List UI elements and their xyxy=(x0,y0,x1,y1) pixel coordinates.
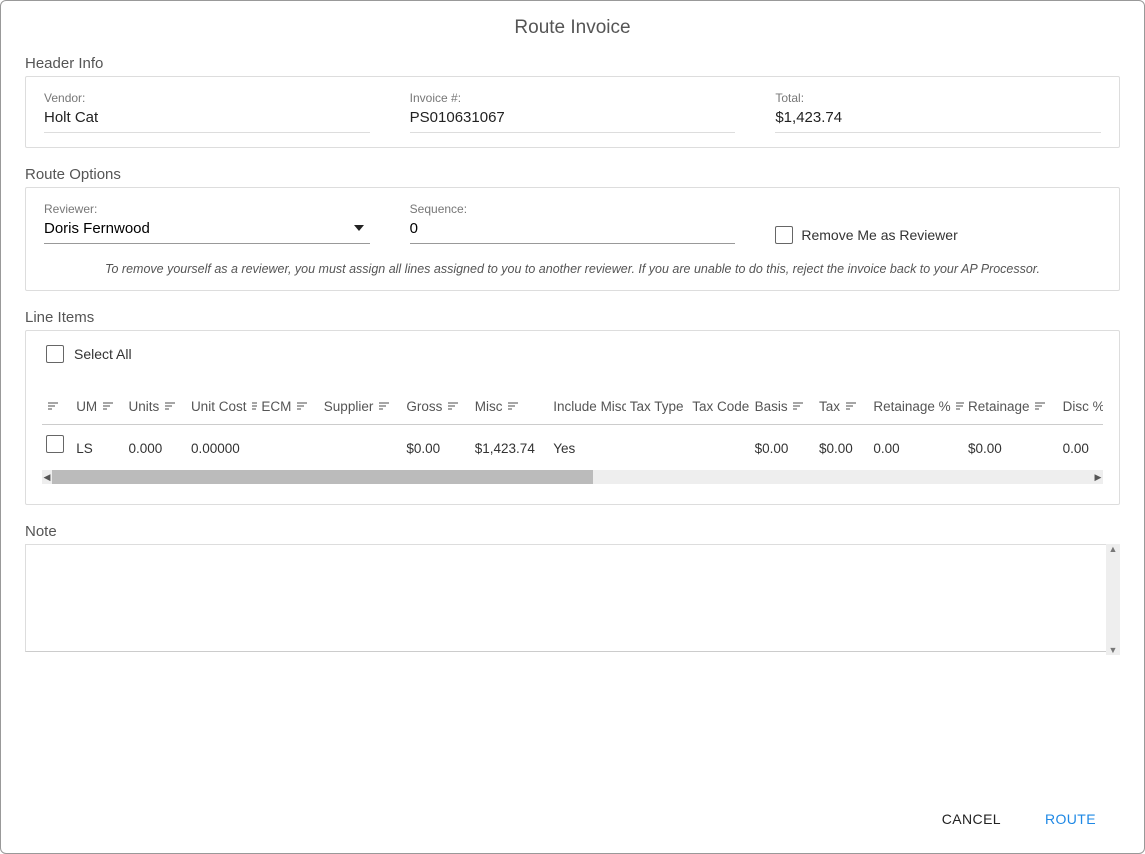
filter-icon[interactable] xyxy=(252,402,257,412)
select-all-label: Select All xyxy=(74,346,132,362)
col-units[interactable]: Units xyxy=(125,389,187,425)
cell-units: 0.000 xyxy=(125,425,187,467)
col-basis[interactable]: Basis xyxy=(751,389,815,425)
invoice-label: Invoice #: xyxy=(410,91,736,105)
cell-disc-pct: 0.00 xyxy=(1059,425,1103,467)
line-items-section-title: Line Items xyxy=(25,309,1120,326)
col-tax[interactable]: Tax xyxy=(815,389,869,425)
filter-icon[interactable] xyxy=(448,402,458,412)
filter-icon[interactable] xyxy=(48,402,58,412)
col-retainage-pct[interactable]: Retainage % xyxy=(869,389,964,425)
filter-icon[interactable] xyxy=(846,402,856,412)
col-supplier[interactable]: Supplier xyxy=(320,389,403,425)
cell-include-misc: Yes xyxy=(549,425,626,467)
dialog-actions: CANCEL ROUTE xyxy=(1,785,1144,833)
filter-icon[interactable] xyxy=(508,402,518,412)
scroll-left-icon[interactable]: ◀ xyxy=(42,472,52,483)
sequence-label: Sequence: xyxy=(410,202,736,216)
cancel-button[interactable]: CANCEL xyxy=(938,805,1005,833)
select-all-row: Select All xyxy=(26,345,1119,389)
remove-me-label: Remove Me as Reviewer xyxy=(801,227,957,243)
route-instruction: To remove yourself as a reviewer, you mu… xyxy=(44,262,1101,276)
col-tax-type[interactable]: Tax Type xyxy=(626,389,688,425)
cell-supplier xyxy=(320,425,403,467)
cell-unit-cost: 0.00000 xyxy=(187,425,257,467)
route-button[interactable]: ROUTE xyxy=(1041,805,1100,833)
vendor-label: Vendor: xyxy=(44,91,370,105)
col-gross[interactable]: Gross xyxy=(402,389,470,425)
note-section-title: Note xyxy=(25,523,1120,540)
filter-icon[interactable] xyxy=(165,402,175,412)
scrollbar-track[interactable] xyxy=(52,470,1093,484)
sequence-input[interactable] xyxy=(410,216,736,244)
sequence-field: Sequence: xyxy=(410,202,736,244)
filter-icon[interactable] xyxy=(379,402,389,412)
reviewer-label: Reviewer: xyxy=(44,202,370,216)
filter-icon[interactable] xyxy=(793,402,803,412)
route-options-section-title: Route Options xyxy=(25,166,1120,183)
remove-me-checkbox[interactable] xyxy=(775,226,793,244)
invoice-field: Invoice #: PS010631067 xyxy=(410,91,736,133)
filter-icon[interactable] xyxy=(956,402,964,412)
vendor-value: Holt Cat xyxy=(44,105,370,133)
scroll-right-icon[interactable]: ▶ xyxy=(1093,472,1103,483)
select-all-checkbox[interactable] xyxy=(46,345,64,363)
invoice-value: PS010631067 xyxy=(410,105,736,133)
reviewer-select[interactable] xyxy=(44,216,370,244)
dialog-title: Route Invoice xyxy=(1,1,1144,49)
cell-ecm xyxy=(257,425,319,467)
note-textarea[interactable] xyxy=(25,544,1120,652)
filter-icon[interactable] xyxy=(1035,402,1045,412)
total-field: Total: $1,423.74 xyxy=(775,91,1101,133)
cell-basis: $0.00 xyxy=(751,425,815,467)
row-checkbox[interactable] xyxy=(46,435,64,453)
col-disc-pct[interactable]: Disc % xyxy=(1059,389,1103,425)
route-invoice-dialog: Route Invoice Header Info Vendor: Holt C… xyxy=(0,0,1145,854)
header-info-panel: Vendor: Holt Cat Invoice #: PS010631067 … xyxy=(25,76,1120,148)
horizontal-scrollbar[interactable]: ◀ ▶ xyxy=(42,470,1103,484)
note-vertical-scrollbar[interactable]: ▲ ▼ xyxy=(1106,544,1120,655)
remove-me-row: Remove Me as Reviewer xyxy=(775,226,1101,244)
table-header-row: UM Units Unit Cost ECM Supplier Gross Mi… xyxy=(42,389,1103,425)
cell-um: LS xyxy=(72,425,124,467)
line-items-table-wrap: UM Units Unit Cost ECM Supplier Gross Mi… xyxy=(26,389,1119,466)
col-retainage[interactable]: Retainage xyxy=(964,389,1059,425)
cell-tax: $0.00 xyxy=(815,425,869,467)
col-include-misc[interactable]: Include Misc xyxy=(549,389,626,425)
total-label: Total: xyxy=(775,91,1101,105)
col-checkbox[interactable] xyxy=(42,389,72,425)
cell-tax-code xyxy=(688,425,750,467)
filter-icon[interactable] xyxy=(297,402,307,412)
col-unit-cost[interactable]: Unit Cost xyxy=(187,389,257,425)
cell-gross: $0.00 xyxy=(402,425,470,467)
line-items-table: UM Units Unit Cost ECM Supplier Gross Mi… xyxy=(42,389,1103,466)
col-misc[interactable]: Misc xyxy=(471,389,550,425)
table-row[interactable]: LS 0.000 0.00000 $0.00 $1,423.74 Yes $0.… xyxy=(42,425,1103,467)
cell-misc: $1,423.74 xyxy=(471,425,550,467)
cell-tax-type xyxy=(626,425,688,467)
scroll-down-icon[interactable]: ▼ xyxy=(1109,645,1118,655)
cell-retainage-pct: 0.00 xyxy=(869,425,964,467)
total-value: $1,423.74 xyxy=(775,105,1101,133)
header-info-section-title: Header Info xyxy=(25,55,1120,72)
cell-retainage: $0.00 xyxy=(964,425,1059,467)
filter-icon[interactable] xyxy=(103,402,113,412)
col-um[interactable]: UM xyxy=(72,389,124,425)
note-panel: ▲ ▼ xyxy=(25,544,1120,655)
route-options-panel: Reviewer: Sequence: Remove Me as Reviewe… xyxy=(25,187,1120,291)
reviewer-field: Reviewer: xyxy=(44,202,370,244)
scroll-up-icon[interactable]: ▲ xyxy=(1109,544,1118,554)
col-ecm[interactable]: ECM xyxy=(257,389,319,425)
vendor-field: Vendor: Holt Cat xyxy=(44,91,370,133)
scrollbar-thumb[interactable] xyxy=(52,470,593,484)
line-items-panel: Select All UM Units Unit Co xyxy=(25,330,1120,505)
col-tax-code[interactable]: Tax Code xyxy=(688,389,750,425)
